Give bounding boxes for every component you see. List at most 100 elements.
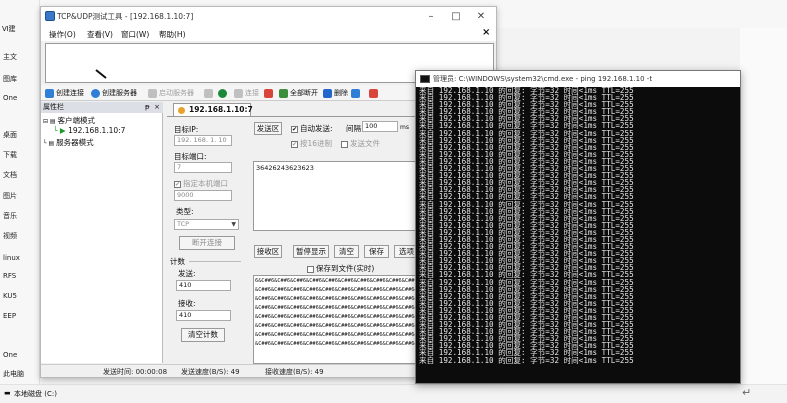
disconnect-all-icon	[279, 89, 288, 98]
create-server-button[interactable]: 创建服务器	[91, 87, 137, 99]
tcp-app-icon	[45, 11, 55, 21]
menu-help[interactable]: 帮助(H)	[159, 29, 186, 40]
help-icon	[218, 89, 227, 98]
maximize-button[interactable]: □	[446, 9, 466, 25]
local-port-field[interactable]: 9000	[174, 190, 232, 201]
explorer-nav-item[interactable]: 此电脑	[0, 367, 40, 381]
recv-line: &C##6&C##6&C##6&C##6&C##6&C##6&C##6&C##6…	[255, 332, 440, 338]
explorer-nav-item[interactable]: 文档	[0, 168, 40, 182]
recv-count-field[interactable]: 410	[176, 310, 231, 321]
tree-client-mode[interactable]: ⊟ ▤ 客户端模式	[43, 115, 95, 126]
send-file-check-icon	[341, 140, 348, 148]
cmd-output[interactable]: 来自 192.168.1.10 的回复: 字节=32 时间<1ms TTL=25…	[416, 87, 740, 383]
explorer-nav-item[interactable]: EEP	[0, 309, 40, 323]
explorer-nav-item[interactable]: linux	[0, 251, 40, 265]
explorer-nav-item[interactable]: 主文	[0, 50, 40, 64]
clear-count-button[interactable]: 清空计数	[181, 328, 225, 342]
disconnect-connection-button[interactable]: 断开连接	[179, 236, 235, 250]
hex-send-checkbox[interactable]: ✔ 按16进制	[291, 138, 332, 149]
tab-connection[interactable]: 192.168.1.10:7	[173, 103, 253, 116]
recv-area-button[interactable]: 接收区	[254, 245, 282, 258]
tcp-window-title: TCP&UDP测试工具 - [192.168.1.10:7]	[57, 12, 194, 21]
tree-client-node[interactable]: └ ▶ 192.168.1.10:7	[53, 126, 125, 135]
explorer-nav-item[interactable]: One	[0, 91, 40, 105]
refresh-button[interactable]	[351, 87, 360, 99]
explorer-nav-item[interactable]: 图片	[0, 189, 40, 203]
stop-icon	[369, 89, 378, 98]
connect-button[interactable]: 连接	[234, 87, 259, 99]
explorer-nav-item[interactable]: 视频	[0, 229, 40, 243]
tree-collapse-icon: ⊟ ▤	[43, 118, 58, 125]
dropdown-arrow-icon: ▼	[231, 221, 236, 228]
save-file-checkbox[interactable]: 保存到文件(实时)	[307, 263, 374, 274]
recv-line: &C##6&C##6&C##6&C##6&C##6&C##6&C##6&C##6…	[255, 287, 440, 293]
clear-recv-button[interactable]: 清空	[334, 245, 359, 258]
cmd-line: 来自 192.168.1.10 的回复: 字节=32 时间<1ms TTL=25…	[419, 355, 634, 365]
menu-view[interactable]: 查看(V)	[87, 29, 113, 40]
target-port-label: 目标端口:	[174, 152, 207, 161]
close-button[interactable]: ✕	[471, 9, 491, 25]
explorer-nav-item[interactable]: KU5	[0, 289, 40, 303]
create-connection-button[interactable]: 创建连接	[45, 87, 84, 99]
disconnect-icon	[264, 89, 273, 98]
property-panel-title: 属性栏	[43, 103, 64, 111]
refresh-icon	[351, 89, 360, 98]
tab-connection-icon	[178, 107, 185, 114]
type-select[interactable]: TCP ▼	[174, 219, 239, 230]
send-file-checkbox[interactable]: 发送文件	[341, 138, 380, 149]
status-recv-speed: 接收速度(B/S): 49	[265, 368, 324, 376]
explorer-nav-item[interactable]: RFS	[0, 269, 40, 283]
recv-count-label: 接收:	[178, 299, 196, 308]
delete-button[interactable]: 删除	[323, 87, 348, 99]
property-panel-header: 属性栏 ᵽ ×	[41, 102, 163, 113]
menu-window[interactable]: 窗口(W)	[121, 29, 149, 40]
send-count-label: 发送:	[178, 269, 196, 278]
menu-operate[interactable]: 操作(O)	[49, 29, 76, 40]
explorer-nav-item[interactable]: 图库	[0, 72, 40, 86]
send-area-button[interactable]: 发送区	[254, 122, 282, 135]
target-ip-label: 目标IP:	[174, 125, 199, 134]
explorer-nav-item[interactable]: One	[0, 348, 40, 362]
recv-line: &C##6&C##6&C##6&C##6&C##6&C##6&C##6&C##6…	[255, 314, 440, 320]
tree-folder-icon: └ ▤	[43, 140, 57, 147]
interval-field[interactable]: 100	[362, 121, 398, 132]
explorer-sidebar: Ⅵ建 主文 图库 One 桌面 下载 文档 图片 音乐 视频 linux RFS KU5 EEP One 此…	[0, 0, 40, 403]
drive-c-item[interactable]: 本地磁盘 (C:)	[14, 389, 57, 399]
child-close-button[interactable]: ×	[482, 27, 490, 38]
explorer-nav-item[interactable]: 下载	[0, 148, 40, 162]
local-port-check-icon: ✔	[174, 180, 181, 188]
explorer-bottom-bar: ▬ 本地磁盘 (C:) ↵	[0, 384, 787, 403]
cmd-app-icon	[420, 75, 430, 83]
help-button[interactable]	[218, 87, 227, 99]
create-server-icon	[91, 89, 100, 98]
type-label: 类型:	[176, 207, 194, 216]
cmd-window: 管理员: C:\WINDOWS\system32\cmd.exe - ping …	[415, 70, 741, 384]
send-text-content: 36426243623623	[256, 164, 314, 172]
stop-server-icon	[204, 89, 213, 98]
recv-line: &C##6&C##6&C##6&C##6&C##6&C##6&C##6&C##6…	[255, 305, 440, 311]
local-port-checkbox[interactable]: ✔ 指定本机端口	[174, 178, 228, 189]
target-ip-field[interactable]: 192. 168. 1. 10	[174, 135, 232, 146]
explorer-right-area	[740, 28, 787, 403]
explorer-nav-item[interactable]: 桌面	[0, 128, 40, 142]
start-server-button[interactable]: 启动服务器	[148, 87, 194, 99]
panel-close-icon[interactable]: ×	[154, 103, 160, 111]
target-port-field[interactable]: 7	[174, 162, 232, 173]
connect-icon	[234, 89, 243, 98]
pause-display-button[interactable]: 暂停显示	[293, 245, 329, 258]
pin-icon[interactable]: ᵽ	[145, 103, 150, 111]
disconnect-button[interactable]	[264, 87, 273, 99]
stop-button[interactable]	[369, 87, 378, 99]
tree-server-mode[interactable]: └ ▤ 服务器模式	[43, 137, 94, 148]
stop-server-button[interactable]	[204, 87, 213, 99]
explorer-nav-item[interactable]: 音乐	[0, 209, 40, 223]
disconnect-all-button[interactable]: 全部断开	[279, 87, 318, 99]
save-recv-button[interactable]: 保存	[364, 245, 389, 258]
minimize-button[interactable]: –	[421, 9, 441, 25]
recv-line: &C##6&C##6&C##6&C##6&C##6&C##6&C##6&C##6…	[255, 341, 440, 347]
drive-icon: ▬	[4, 389, 11, 397]
auto-send-checkbox[interactable]: ✔ 自动发送:	[291, 123, 333, 134]
send-count-field[interactable]: 410	[176, 280, 231, 291]
connection-play-icon: └ ▶	[53, 126, 69, 135]
property-panel: 属性栏 ᵽ × ⊟ ▤ 客户端模式 └ ▶ 192.168.1.10:7 └ ▤…	[41, 102, 163, 363]
